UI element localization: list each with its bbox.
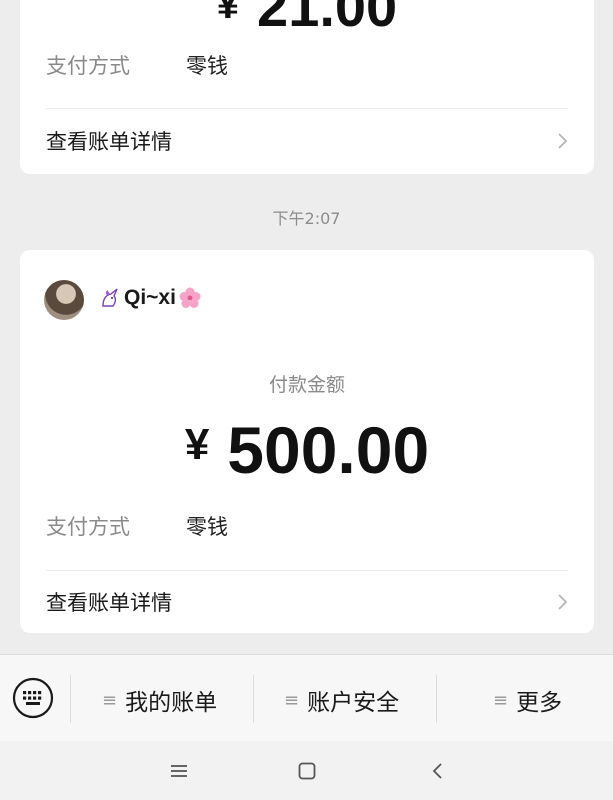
- amount-display: ¥21.00: [20, 0, 594, 39]
- view-bill-details-link[interactable]: 查看账单详情: [20, 116, 594, 166]
- menu-item-label: 账户安全: [307, 690, 400, 716]
- payment-amount-title: 付款金额: [268, 374, 345, 396]
- menu-separator: [70, 675, 71, 723]
- amount-value: 21.00: [257, 0, 398, 38]
- amount-value: 500.00: [227, 413, 430, 487]
- menu-item-my-bills[interactable]: ≡ 我的账单: [102, 683, 217, 717]
- transaction-card: Qi~xi 付款金额 ¥500.00 支付方式 零钱 查看账单详情: [20, 250, 594, 633]
- system-navigation-bar: [0, 741, 613, 800]
- keyboard-icon[interactable]: [12, 677, 54, 719]
- back-icon[interactable]: [428, 761, 448, 781]
- view-bill-details-link[interactable]: 查看账单详情: [20, 577, 594, 627]
- chevron-right-icon: [558, 133, 568, 149]
- payment-method-row: 支付方式 零钱: [46, 511, 228, 541]
- currency-symbol: ¥: [216, 0, 240, 27]
- divider: [46, 570, 568, 571]
- menu-separator: [436, 675, 437, 723]
- payment-method-label: 支付方式: [46, 54, 130, 78]
- menu-separator: [253, 675, 254, 723]
- menu-item-label: 我的账单: [125, 690, 218, 716]
- sender-name: Qi~xi: [98, 286, 202, 310]
- home-square-icon[interactable]: [297, 761, 317, 781]
- menu-lines-icon: ≡: [493, 689, 509, 711]
- menu-icon[interactable]: [169, 761, 189, 781]
- payment-method-value: 零钱: [186, 54, 228, 78]
- menu-item-more[interactable]: ≡ 更多: [493, 683, 562, 717]
- unicorn-emoji-icon: [102, 288, 118, 307]
- payment-method-row: 支付方式 零钱: [46, 50, 228, 80]
- menu-item-label: 更多: [516, 690, 563, 716]
- currency-symbol: ¥: [184, 420, 210, 469]
- amount-display: ¥500.00: [20, 412, 594, 488]
- menu-item-account-security[interactable]: ≡ 账户安全: [284, 683, 399, 717]
- view-bill-details-label: 查看账单详情: [46, 130, 172, 154]
- message-timestamp: 下午2:07: [272, 209, 341, 228]
- divider: [46, 108, 568, 109]
- chevron-right-icon: [558, 594, 568, 610]
- transaction-card-previous: ¥21.00 支付方式 零钱 查看账单详情: [20, 0, 594, 174]
- menu-lines-icon: ≡: [284, 689, 300, 711]
- view-bill-details-label: 查看账单详情: [46, 591, 172, 615]
- avatar[interactable]: [44, 280, 84, 320]
- payment-method-label: 支付方式: [46, 515, 130, 539]
- cherry-blossom-emoji-icon: [179, 287, 201, 308]
- payment-method-value: 零钱: [186, 515, 228, 539]
- bottom-menu-bar: ≡ 我的账单 ≡ 账户安全 ≡ 更多: [0, 654, 613, 742]
- menu-lines-icon: ≡: [102, 689, 118, 711]
